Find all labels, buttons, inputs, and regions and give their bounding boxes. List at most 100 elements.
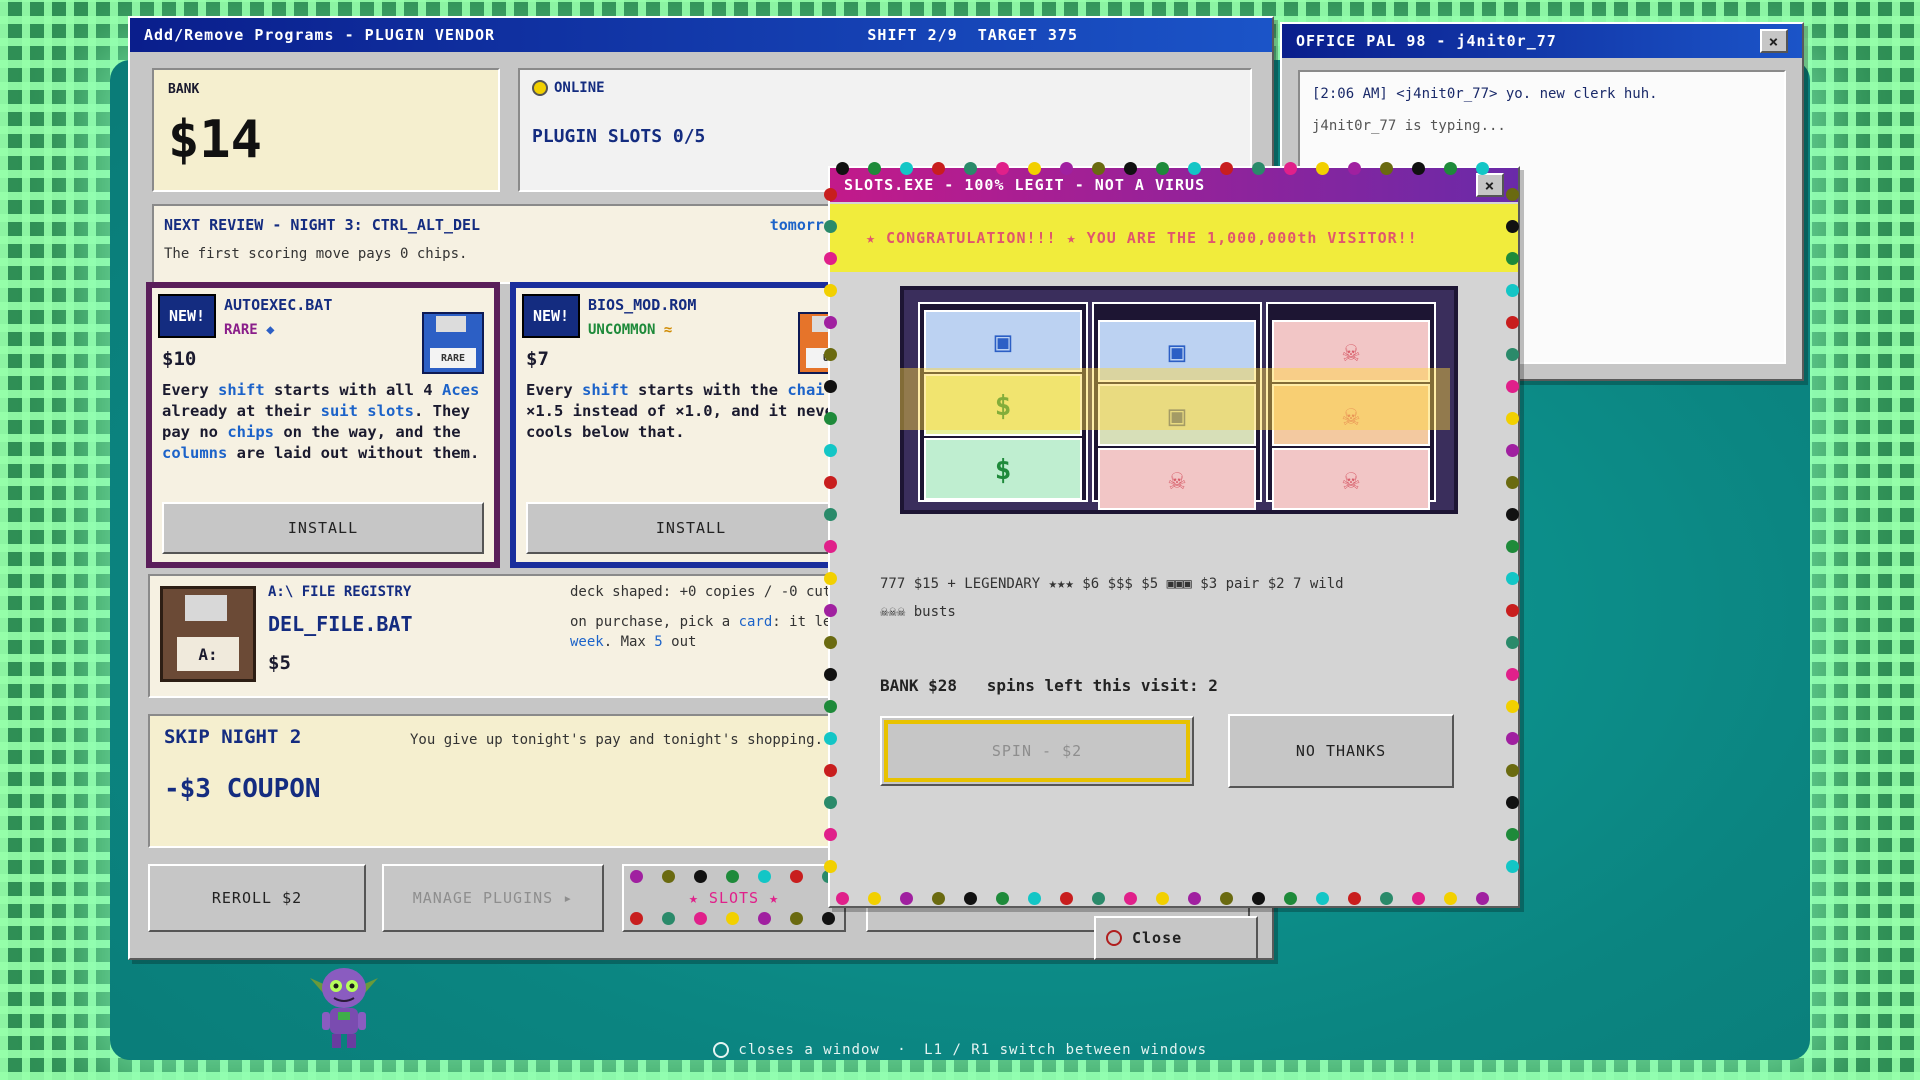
registry-header: A:\ FILE REGISTRY (268, 584, 412, 600)
card-price: $7 (526, 348, 549, 370)
marquee-light (1028, 162, 1041, 175)
marquee-light (824, 540, 837, 553)
skip-title: SKIP NIGHT 2 (164, 726, 302, 748)
control-hints: closes a window · L1 / R1 switch between… (0, 1042, 1920, 1058)
card-rarity: RARE ◆ (224, 322, 275, 338)
marquee-light (1412, 162, 1425, 175)
marquee-light (824, 380, 837, 393)
window-title: SLOTS.EXE - 100% LEGIT - NOT A VIRUS (844, 176, 1206, 194)
marquee-light (1506, 604, 1519, 617)
marquee-light (1506, 668, 1519, 681)
close-icon[interactable]: × (1760, 29, 1788, 53)
registry-item-price: $5 (268, 652, 291, 674)
reroll-button[interactable]: REROLL $2 (148, 864, 366, 932)
marquee-light (824, 572, 837, 585)
keyword: 5 (654, 634, 663, 650)
text-segment: already at their (162, 402, 321, 420)
text-segment: Every (526, 381, 582, 399)
no-thanks-button[interactable]: NO THANKS (1228, 714, 1454, 788)
marquee-light (824, 508, 837, 521)
keyword: Aces (441, 381, 480, 399)
close-button[interactable]: Close (1094, 916, 1258, 960)
text-segment: starts with the (628, 381, 788, 399)
marquee-light (836, 162, 849, 175)
marquee-light (630, 912, 643, 925)
marquee-light (868, 162, 881, 175)
install-button[interactable]: INSTALL (162, 502, 484, 554)
marquee-light (1156, 162, 1169, 175)
spin-button[interactable]: SPIN - $2 (880, 716, 1194, 786)
registry-deck-info: deck shaped: +0 copies / -0 cut (570, 584, 832, 600)
marquee-light (1506, 412, 1519, 425)
marquee-light (694, 870, 707, 883)
marquee-light (900, 162, 913, 175)
marquee-light (790, 870, 803, 883)
reel-symbol: ▣ (1098, 320, 1256, 382)
text-segment: starts with all 4 (264, 381, 442, 399)
spins-left: spins left this visit: 2 (986, 676, 1218, 695)
marquee-light (1506, 540, 1519, 553)
keyword: chips (227, 423, 274, 441)
text-segment: on the way, and the (274, 423, 461, 441)
marquee-light (1506, 284, 1519, 297)
card-name: BIOS_MOD.ROM (588, 296, 697, 314)
bank-panel: BANK $14 (152, 68, 500, 192)
close-icon[interactable]: × (1476, 173, 1504, 197)
wave-icon: ≈ (663, 322, 673, 338)
circle-icon (1106, 930, 1122, 946)
review-panel: NEXT REVIEW - NIGHT 3: CTRL_ALT_DEL tomo… (152, 204, 854, 284)
marquee-light (964, 162, 977, 175)
marquee-light (726, 912, 739, 925)
marquee-light (662, 870, 675, 883)
marquee-light (1092, 162, 1105, 175)
marquee-light (1316, 162, 1329, 175)
install-button[interactable]: INSTALL (526, 502, 856, 554)
rarity-label: RARE (224, 322, 258, 338)
manage-plugins-button[interactable]: MANAGE PLUGINS ▸ (382, 864, 604, 932)
text-segment: on purchase, pick a (570, 614, 739, 630)
skip-night-panel[interactable]: SKIP NIGHT 2 You give up tonight's pay a… (148, 714, 854, 848)
registry-item-name: DEL_FILE.BAT (268, 612, 413, 636)
marquee-light (662, 912, 675, 925)
marquee-light (1284, 892, 1297, 905)
marquee-light (1506, 764, 1519, 777)
congratulation-banner: ★ CONGRATULATION!!! ★ YOU ARE THE 1,000,… (830, 204, 1518, 272)
card-rarity: UNCOMMON ≈ (588, 322, 672, 338)
keyword: columns (162, 444, 228, 462)
titlebar[interactable]: OFFICE PAL 98 - j4nit0r_77 × (1282, 24, 1802, 58)
bank-label: BANK (168, 82, 200, 97)
paytable: 777 $15 + LEGENDARY ★★★ $6 $$$ $5 ▣▣▣ $3… (880, 576, 1344, 592)
slots-button-label: ★ SLOTS ★ (688, 889, 780, 907)
marquee-light (824, 700, 837, 713)
review-desc: The first scoring move pays 0 chips. (164, 246, 468, 262)
card-name: AUTOEXEC.BAT (224, 296, 333, 314)
drive-label: A: (177, 637, 239, 671)
plugin-card-bios-mod[interactable]: NEW! BIOS_MOD.ROM UNCOMMON ≈ UN $7 Every… (510, 282, 856, 568)
marquee-light (1506, 572, 1519, 585)
shift-counter: SHIFT 2/9 (867, 26, 958, 44)
goblin-mascot[interactable] (306, 958, 382, 1054)
reel-symbol: ▣ (1098, 384, 1256, 446)
marquee-light (868, 892, 881, 905)
card-desc: Every shift starts with the chai at ×1.5… (526, 380, 856, 443)
hint-switch: L1 / R1 switch between windows (924, 1042, 1208, 1058)
slots-button[interactable]: ★ SLOTS ★ (622, 864, 846, 932)
marquee-light (996, 892, 1009, 905)
floppy-disk-icon: RARE (422, 312, 484, 374)
online-indicator-icon (532, 80, 548, 96)
reel-symbol: $ (924, 374, 1082, 436)
titlebar[interactable]: Add/Remove Programs - PLUGIN VENDOR SHIF… (130, 18, 1272, 52)
reel: ▣ $ $ (918, 302, 1088, 502)
goblin-icon (310, 968, 378, 1048)
marquee-light (824, 668, 837, 681)
marquee-light (1506, 252, 1519, 265)
floppy-label: RARE (430, 348, 476, 368)
skip-coupon: -$3 COUPON (164, 774, 321, 804)
text-segment: out (662, 634, 697, 650)
plugin-card-autoexec[interactable]: NEW! AUTOEXEC.BAT RARE ◆ RARE $10 Every … (146, 282, 500, 568)
text-segment: . Max (603, 634, 655, 650)
hint-close: closes a window (738, 1042, 880, 1058)
card-desc: Every shift starts with all 4 Aces alrea… (162, 380, 484, 464)
keyword: chai (787, 381, 825, 399)
marquee-light (1252, 162, 1265, 175)
